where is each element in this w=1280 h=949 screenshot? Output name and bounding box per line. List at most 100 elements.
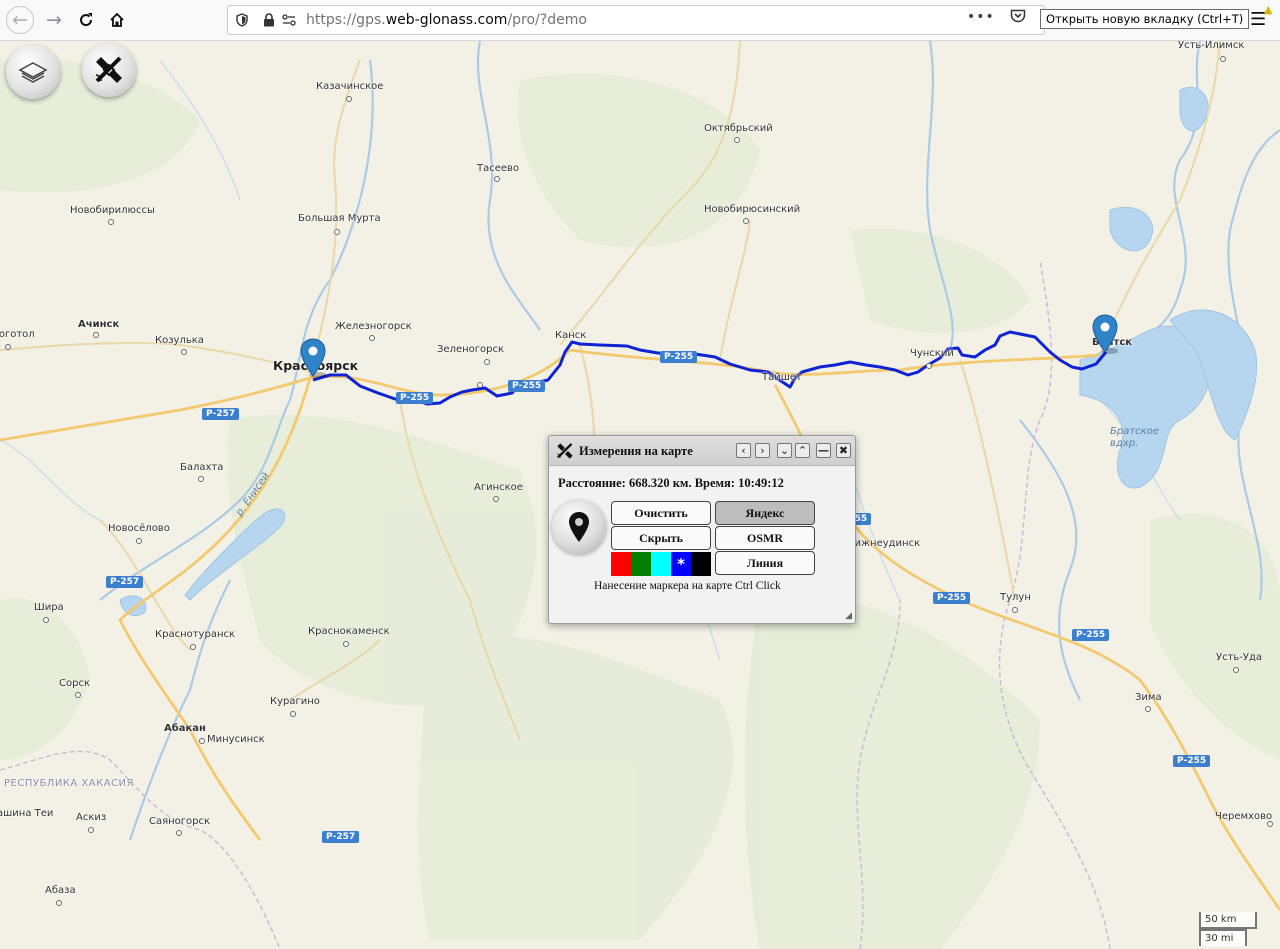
city-dot <box>743 218 749 224</box>
road-badge-r255: Р-255 <box>1072 629 1110 641</box>
city-novobirilyussy: Новобирилюссы <box>70 205 155 216</box>
map-scale: 50 km 30 mi <box>1199 912 1257 946</box>
city-abakan: Абакан <box>164 723 206 734</box>
reload-button[interactable] <box>72 6 100 34</box>
ctrl-click-hint: Нанесение маркера на карте Ctrl Click <box>594 580 781 592</box>
region-label-khakassia: РЕСПУБЛИКА ХАКАСИЯ <box>4 778 134 789</box>
city-achinsk: Ачинск <box>78 319 120 330</box>
resize-grip-icon[interactable]: ◢ <box>845 610 852 621</box>
city-askiz: Аскиз <box>76 812 107 823</box>
collapse-down-button[interactable]: ⌄ <box>777 443 792 458</box>
browser-toolbar: ← → https://gps.web-glonass.com/pro/?dem… <box>0 0 1280 41</box>
city-dot <box>5 344 11 350</box>
ruler-satellite-icon <box>95 56 122 83</box>
osmr-button[interactable]: OSMR <box>715 526 815 550</box>
city-dot <box>108 219 114 225</box>
back-button[interactable]: ← <box>6 6 34 34</box>
route-start-marker[interactable] <box>300 338 326 378</box>
forward-button[interactable]: → <box>40 6 68 34</box>
expand-up-button[interactable]: ⌃ <box>795 443 810 458</box>
home-button[interactable] <box>103 6 131 34</box>
hide-button[interactable]: Скрыть <box>611 526 711 550</box>
city-ust-uda: Усть-Уда <box>1216 652 1263 663</box>
city-dot <box>93 332 99 338</box>
color-swatch-blue-selected[interactable]: * <box>671 552 691 576</box>
new-tab-tooltip: Открыть новую вкладку (Ctrl+T) <box>1040 9 1250 29</box>
city-dot <box>1220 56 1226 62</box>
url-bar[interactable]: https://gps.web-glonass.com/pro/?demo <box>227 5 1045 35</box>
measure-button[interactable] <box>82 43 136 97</box>
city-kansk: Канск <box>555 330 587 341</box>
city-taseevo: Тасеево <box>477 163 520 174</box>
add-marker-button[interactable] <box>552 500 606 554</box>
arrow-left-icon: ← <box>12 9 28 31</box>
road-badge-r255: Р-255 <box>1173 755 1211 767</box>
color-swatch-cyan[interactable] <box>651 552 671 576</box>
city-nizhneudinsk: Нижнеудинск <box>847 538 921 549</box>
color-swatch-red[interactable] <box>611 552 631 576</box>
city-dot <box>88 827 94 833</box>
city-dot <box>1012 607 1018 613</box>
map-pin-icon <box>569 512 589 542</box>
city-dot <box>43 617 49 623</box>
city-dot <box>198 476 204 482</box>
shield-icon[interactable] <box>236 13 248 27</box>
city-kuragino: Курагино <box>270 696 320 707</box>
prev-button[interactable]: ‹ <box>736 443 751 458</box>
color-swatch-black[interactable] <box>691 552 711 576</box>
city-dot <box>926 363 932 369</box>
city-dot <box>190 644 196 650</box>
city-dot <box>1145 706 1151 712</box>
close-button[interactable]: ✖ <box>836 443 851 458</box>
city-chunsky: Чунский <box>910 348 954 359</box>
city-dot <box>199 738 205 744</box>
more-dots-icon[interactable]: ••• <box>967 9 995 25</box>
line-button[interactable]: Линия <box>715 551 815 575</box>
dialog-titlebar[interactable]: Измерения на карте ‹ › ⌄ ⌃ — ✖ <box>549 436 855 466</box>
city-dot <box>1267 821 1273 827</box>
city-bolshaya-murta: Большая Мурта <box>298 213 381 224</box>
city-krasnokamensk: Краснокаменск <box>308 626 390 637</box>
city-tayshet: Тайшет <box>762 372 802 383</box>
city-dot <box>75 692 81 698</box>
city-kozulka: Козулька <box>155 335 204 346</box>
city-novobiryusinsky: Новобирюсинский <box>704 204 801 215</box>
color-swatch-green[interactable] <box>631 552 651 576</box>
url-text[interactable]: https://gps.web-glonass.com/pro/?demo <box>306 12 587 28</box>
city-cheremkhovo: Черемхово <box>1215 811 1273 822</box>
route-end-marker[interactable] <box>1092 314 1118 354</box>
road-badge-r255: Р-255 <box>660 351 698 363</box>
city-zelenogorsk: Зеленогорск <box>437 344 505 355</box>
layers-button[interactable] <box>6 45 60 99</box>
arrow-right-icon: → <box>46 9 62 31</box>
city-dot <box>290 711 296 717</box>
city-dot <box>346 96 352 102</box>
city-balakhta: Балахта <box>180 462 224 473</box>
road-badge-r257: Р-257 <box>106 576 144 588</box>
permissions-icon[interactable] <box>282 14 296 26</box>
distance-time-readout: Расстояние: 668.320 км. Время: 10:49:12 <box>558 476 784 490</box>
reload-icon <box>80 13 93 27</box>
minimize-button[interactable]: — <box>816 443 831 458</box>
city-sorsk: Сорск <box>59 678 90 689</box>
city-abaza: Абаза <box>45 885 76 896</box>
pocket-icon[interactable] <box>1010 9 1026 23</box>
warning-icon: ▲ <box>1264 3 1273 16</box>
city-tulun: Тулун <box>1000 592 1031 603</box>
home-icon <box>110 12 124 27</box>
color-picker: * <box>611 552 711 576</box>
next-button[interactable]: › <box>755 443 770 458</box>
city-dot <box>493 496 499 502</box>
yandex-button[interactable]: Яндекс <box>715 501 815 525</box>
dialog-title: Измерения на карте <box>579 444 693 458</box>
city-dot <box>494 176 500 182</box>
clear-button[interactable]: Очистить <box>611 501 711 525</box>
measurement-dialog: Измерения на карте ‹ › ⌄ ⌃ — ✖ Расстояни… <box>548 435 856 624</box>
reservoir-label-bratsk: Братское вдхр. <box>1110 426 1159 449</box>
city-ust-ilimsk: Усть-Илимск <box>1178 41 1245 51</box>
ruler-satellite-icon <box>557 443 573 459</box>
layers-icon <box>18 62 48 83</box>
lock-icon[interactable] <box>263 13 275 27</box>
city-krasnoturansk: Краснотуранск <box>155 629 236 640</box>
city-zima: Зима <box>1135 692 1162 703</box>
